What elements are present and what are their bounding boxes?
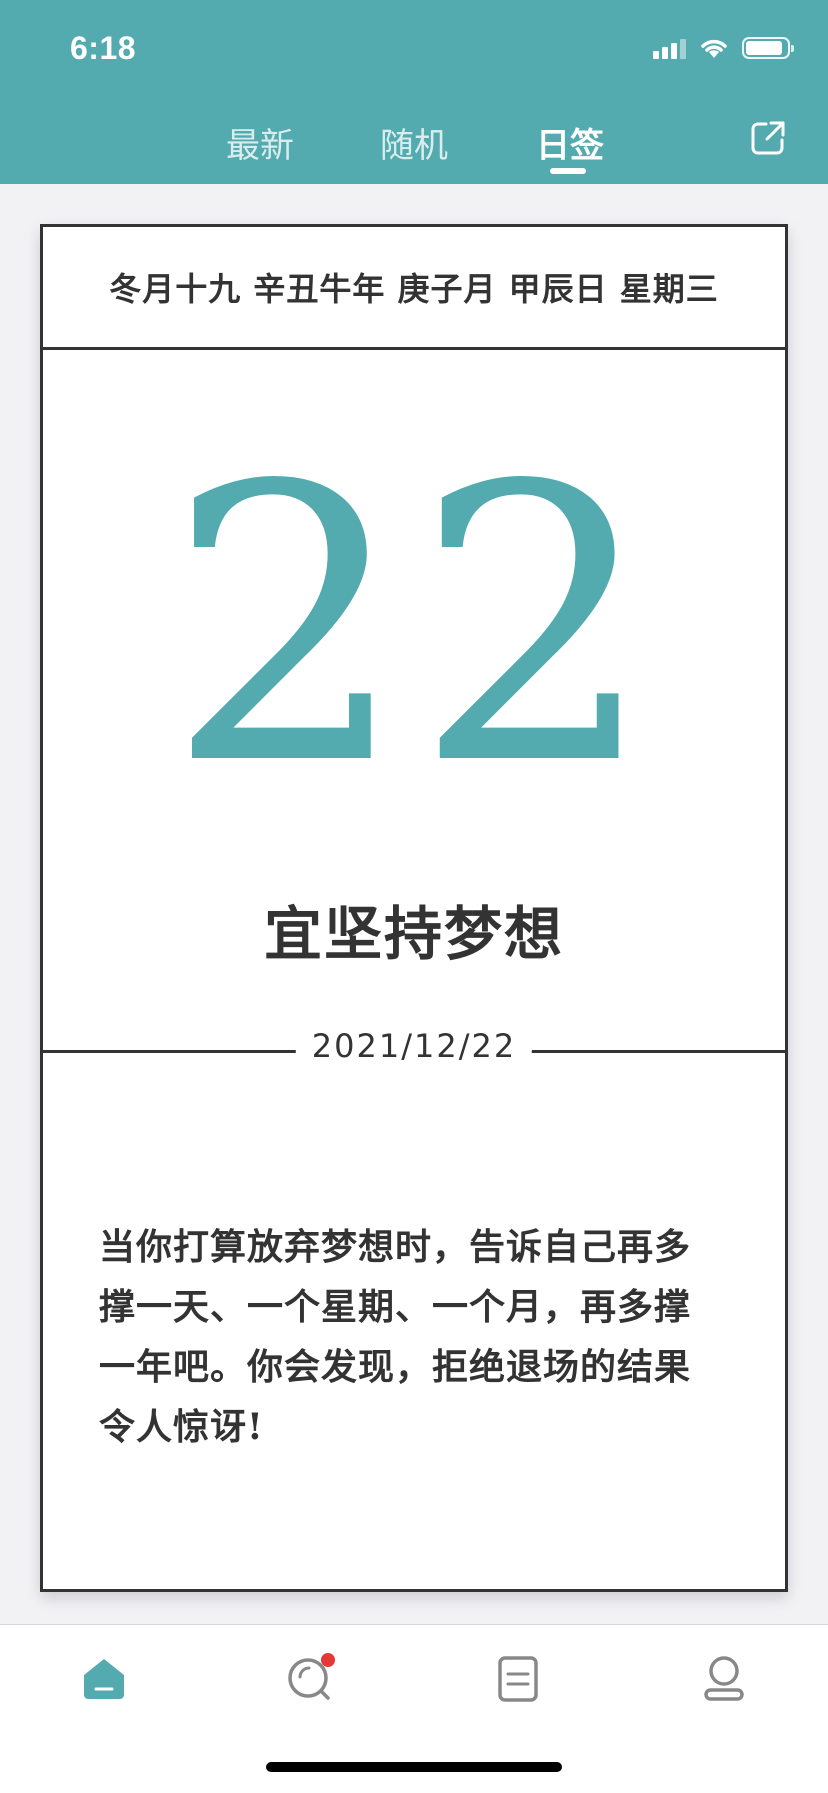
- home-icon[interactable]: [74, 1649, 134, 1709]
- notification-badge: [321, 1653, 335, 1667]
- tab-daily-card[interactable]: 日签: [536, 118, 604, 167]
- top-header: 6:18 最新 随机 日签: [0, 0, 828, 184]
- lunar-date-info: 冬月十九 辛丑牛年 庚子月 甲辰日 星期三: [43, 227, 785, 350]
- document-icon[interactable]: [488, 1649, 548, 1709]
- active-tab-indicator: [550, 168, 586, 174]
- day-number: 22: [166, 405, 662, 848]
- battery-icon: [742, 37, 794, 59]
- daily-card: 冬月十九 辛丑牛年 庚子月 甲辰日 星期三 22 宜坚持梦想 2021/12/2…: [40, 224, 788, 1592]
- home-indicator: [266, 1762, 562, 1772]
- wifi-icon: [701, 39, 727, 58]
- status-time: 6:18: [70, 30, 137, 66]
- daily-advice: 宜坚持梦想: [263, 900, 564, 968]
- discover-icon[interactable]: [280, 1649, 340, 1709]
- gregorian-date: 2021/12/22: [295, 1027, 533, 1065]
- daily-quote: 当你打算放弃梦想时，告诉自己再多撑一天、一个星期、一个月，再多撑一年吧。你会发现…: [99, 1226, 692, 1448]
- share-external-icon[interactable]: [748, 118, 788, 158]
- tab-bar: 最新 随机 日签: [0, 118, 828, 174]
- profile-icon[interactable]: [694, 1649, 754, 1709]
- tab-latest[interactable]: 最新: [226, 118, 294, 167]
- status-icons: [653, 36, 794, 60]
- cellular-signal-icon: [653, 37, 686, 59]
- tab-random[interactable]: 随机: [380, 118, 448, 167]
